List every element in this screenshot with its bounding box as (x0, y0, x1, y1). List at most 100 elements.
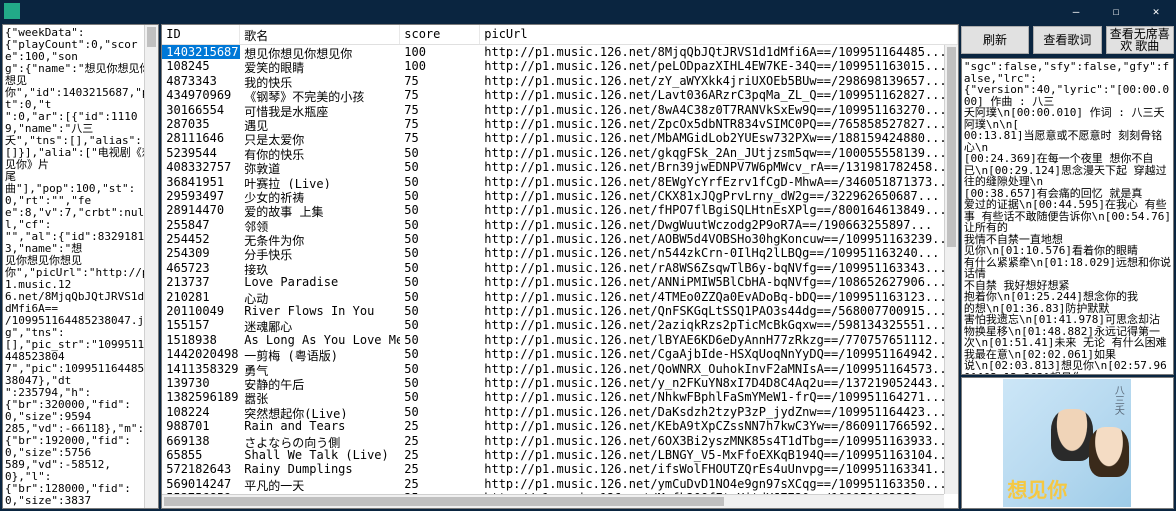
json-scrollbar[interactable] (144, 25, 158, 508)
cell-name: Rain and Tears (240, 419, 400, 433)
table-row[interactable]: 1382596189嚣张50http://p1.music.126.net/Nh… (162, 390, 958, 404)
table-row[interactable]: 29593497少女的祈祷50http://p1.music.126.net/C… (162, 189, 958, 203)
cell-name: 想见你想见你想见你 (240, 45, 400, 59)
table-row[interactable]: 108245爱笑的眼睛100http://p1.music.126.net/pe… (162, 59, 958, 73)
cell-score: 25 (400, 448, 480, 462)
cell-url: http://p1.music.126.net/DwgWuutWczodg2P9… (480, 218, 958, 232)
table-row[interactable]: 254452无条件为你50http://p1.music.126.net/AOB… (162, 232, 958, 246)
cell-url: http://p1.music.126.net/gkqgFSk_2An_JUtj… (480, 146, 958, 160)
cover-artist: 八三夭 (1110, 385, 1125, 415)
cell-score: 25 (400, 477, 480, 491)
cell-url: http://p1.music.126.net/8wA4C38z0T7RANVk… (480, 103, 958, 117)
right-panel: 刷新 查看歌词 查看无席喜欢 歌曲 "sgc":false,"sfy":fals… (961, 24, 1174, 509)
table-row[interactable]: 1518938As Long As You Love Me50http://p1… (162, 333, 958, 347)
cell-score: 50 (400, 160, 480, 174)
cell-url: http://p1.music.126.net/ifsWolFHOUTZQrEs… (480, 462, 958, 476)
table-row[interactable]: 408332757弥敦道50http://p1.music.126.net/Br… (162, 160, 958, 174)
main-area: {"weekData": {"playCount":0,"score":100,… (0, 22, 1176, 511)
table-row[interactable]: 20110049River Flows In You50http://p1.mu… (162, 304, 958, 318)
table-row[interactable]: 1411358329勇气50http://p1.music.126.net/Qo… (162, 362, 958, 376)
table-row[interactable]: 569014247平凡的一天25http://p1.music.126.net/… (162, 477, 958, 491)
cell-url: http://p1.music.126.net/8MjqQbJQtJRVS1d1… (480, 45, 958, 59)
cell-name: 爱笑的眼睛 (240, 59, 400, 73)
table-row[interactable]: 36841951叶赛拉 (Live)50http://p1.music.126.… (162, 175, 958, 189)
cell-score: 25 (400, 434, 480, 448)
cell-id: 254309 (162, 246, 240, 260)
cell-name: As Long As You Love Me (240, 333, 400, 347)
cell-id: 254452 (162, 232, 240, 246)
table-row[interactable]: 1442020498一剪梅 (粤语版)50http://p1.music.126… (162, 347, 958, 361)
table-row[interactable]: 4873343我的快乐75http://p1.music.126.net/zY_… (162, 74, 958, 88)
refresh-button[interactable]: 刷新 (961, 26, 1029, 54)
cell-name: 一剪梅 (粤语版) (240, 347, 400, 361)
cover-title: 想见你 (1007, 474, 1067, 503)
minimize-button[interactable]: — (1056, 0, 1096, 22)
table-row[interactable]: 28914470爱的故事 上集50http://p1.music.126.net… (162, 203, 958, 217)
cell-name: 接玖 (240, 261, 400, 275)
lyric-panel[interactable]: "sgc":false,"sfy":false,"gfy":false,"lrc… (961, 58, 1174, 375)
table-row[interactable]: 988701Rain and Tears25http://p1.music.12… (162, 419, 958, 433)
cell-score: 50 (400, 347, 480, 361)
col-name[interactable]: 歌名 (240, 25, 400, 44)
table-row[interactable]: 287035遇见75http://p1.music.126.net/ZpcOx5… (162, 117, 958, 131)
table-row[interactable]: 1403215687想见你想见你想见你100http://p1.music.12… (162, 45, 958, 59)
cell-score: 50 (400, 232, 480, 246)
table-row[interactable]: 108224突然想起你(Live)50http://p1.music.126.n… (162, 405, 958, 419)
cell-score: 50 (400, 333, 480, 347)
cell-id: 108245 (162, 59, 240, 73)
table-row[interactable]: 28111646只是太爱你75http://p1.music.126.net/M… (162, 131, 958, 145)
table-row[interactable]: 213737Love Paradise50http://p1.music.126… (162, 275, 958, 289)
table-scrollbar-h[interactable] (162, 494, 944, 508)
cell-url: http://p1.music.126.net/8EWgYcYrfEzrv1fC… (480, 175, 958, 189)
table-row[interactable]: 465723接玖50http://p1.music.126.net/rA8WS6… (162, 261, 958, 275)
cell-score: 50 (400, 304, 480, 318)
table-row[interactable]: 5239544有你的快乐50http://p1.music.126.net/gk… (162, 146, 958, 160)
cell-url: http://p1.music.126.net/2aziqkRzs2pTicMc… (480, 318, 958, 332)
cell-score: 100 (400, 59, 480, 73)
table-row[interactable]: 669138さよならの向う側25http://p1.music.126.net/… (162, 434, 958, 448)
table-row[interactable]: 434970969《钢琴》不完美的小孩75http://p1.music.126… (162, 88, 958, 102)
table-row[interactable]: 254309分手快乐50http://p1.music.126.net/n544… (162, 246, 958, 260)
view-disliked-button[interactable]: 查看无席喜欢 歌曲 (1106, 26, 1174, 54)
table-scrollbar-v[interactable] (944, 45, 958, 494)
view-lyric-button[interactable]: 查看歌词 (1033, 26, 1101, 54)
cell-name: Love Paradise (240, 275, 400, 289)
cell-id: 572182643 (162, 462, 240, 476)
table-row[interactable]: 210281心动50http://p1.music.126.net/4TMEo0… (162, 290, 958, 304)
cell-id: 669138 (162, 434, 240, 448)
maximize-button[interactable]: ☐ (1096, 0, 1136, 22)
cell-id: 139730 (162, 376, 240, 390)
table-row[interactable]: 155157迷魂䣝心50http://p1.music.126.net/2azi… (162, 318, 958, 332)
titlebar: — ☐ ✕ (0, 0, 1176, 22)
cell-name: 《钢琴》不完美的小孩 (240, 88, 400, 102)
table-row[interactable]: 139730安静的午后50http://p1.music.126.net/y_n… (162, 376, 958, 390)
table-row[interactable]: 572182643Rainy Dumplings25http://p1.musi… (162, 462, 958, 476)
cell-id: 65855 (162, 448, 240, 462)
cell-url: http://p1.music.126.net/CKX81xJQgPrvLrny… (480, 189, 958, 203)
table-row[interactable]: 30166554可惜我是水瓶座75http://p1.music.126.net… (162, 103, 958, 117)
table-row[interactable]: 255847邻领50http://p1.music.126.net/DwgWuu… (162, 218, 958, 232)
cell-name: 无条件为你 (240, 232, 400, 246)
cell-id: 4873343 (162, 74, 240, 88)
cell-score: 50 (400, 376, 480, 390)
col-id[interactable]: ID (162, 25, 240, 44)
cell-name: 邻领 (240, 218, 400, 232)
col-url[interactable]: picUrl (480, 25, 958, 44)
col-score[interactable]: score (400, 25, 480, 44)
json-panel[interactable]: {"weekData": {"playCount":0,"score":100,… (2, 24, 159, 509)
cell-url: http://p1.music.126.net/NhkwFBphlFaSmYMe… (480, 390, 958, 404)
cell-url: http://p1.music.126.net/AOBW5d4VOBSHo30h… (480, 232, 958, 246)
button-row: 刷新 查看歌词 查看无席喜欢 歌曲 (961, 24, 1174, 56)
cell-id: 255847 (162, 218, 240, 232)
cell-score: 50 (400, 405, 480, 419)
cover-panel: 八三夭 想见你 (961, 377, 1174, 509)
cell-id: 287035 (162, 117, 240, 131)
song-table[interactable]: ID 歌名 score picUrl 1403215687想见你想见你想见你10… (161, 24, 959, 509)
cell-score: 50 (400, 246, 480, 260)
cell-id: 1518938 (162, 333, 240, 347)
close-button[interactable]: ✕ (1136, 0, 1176, 22)
table-row[interactable]: 65855Shall We Talk (Live)25http://p1.mus… (162, 448, 958, 462)
cell-id: 28914470 (162, 203, 240, 217)
cell-url: http://p1.music.126.net/lBYAE6KD6eDyAnnH… (480, 333, 958, 347)
cell-url: http://p1.music.126.net/6OX3Bi2yszMNK85s… (480, 434, 958, 448)
